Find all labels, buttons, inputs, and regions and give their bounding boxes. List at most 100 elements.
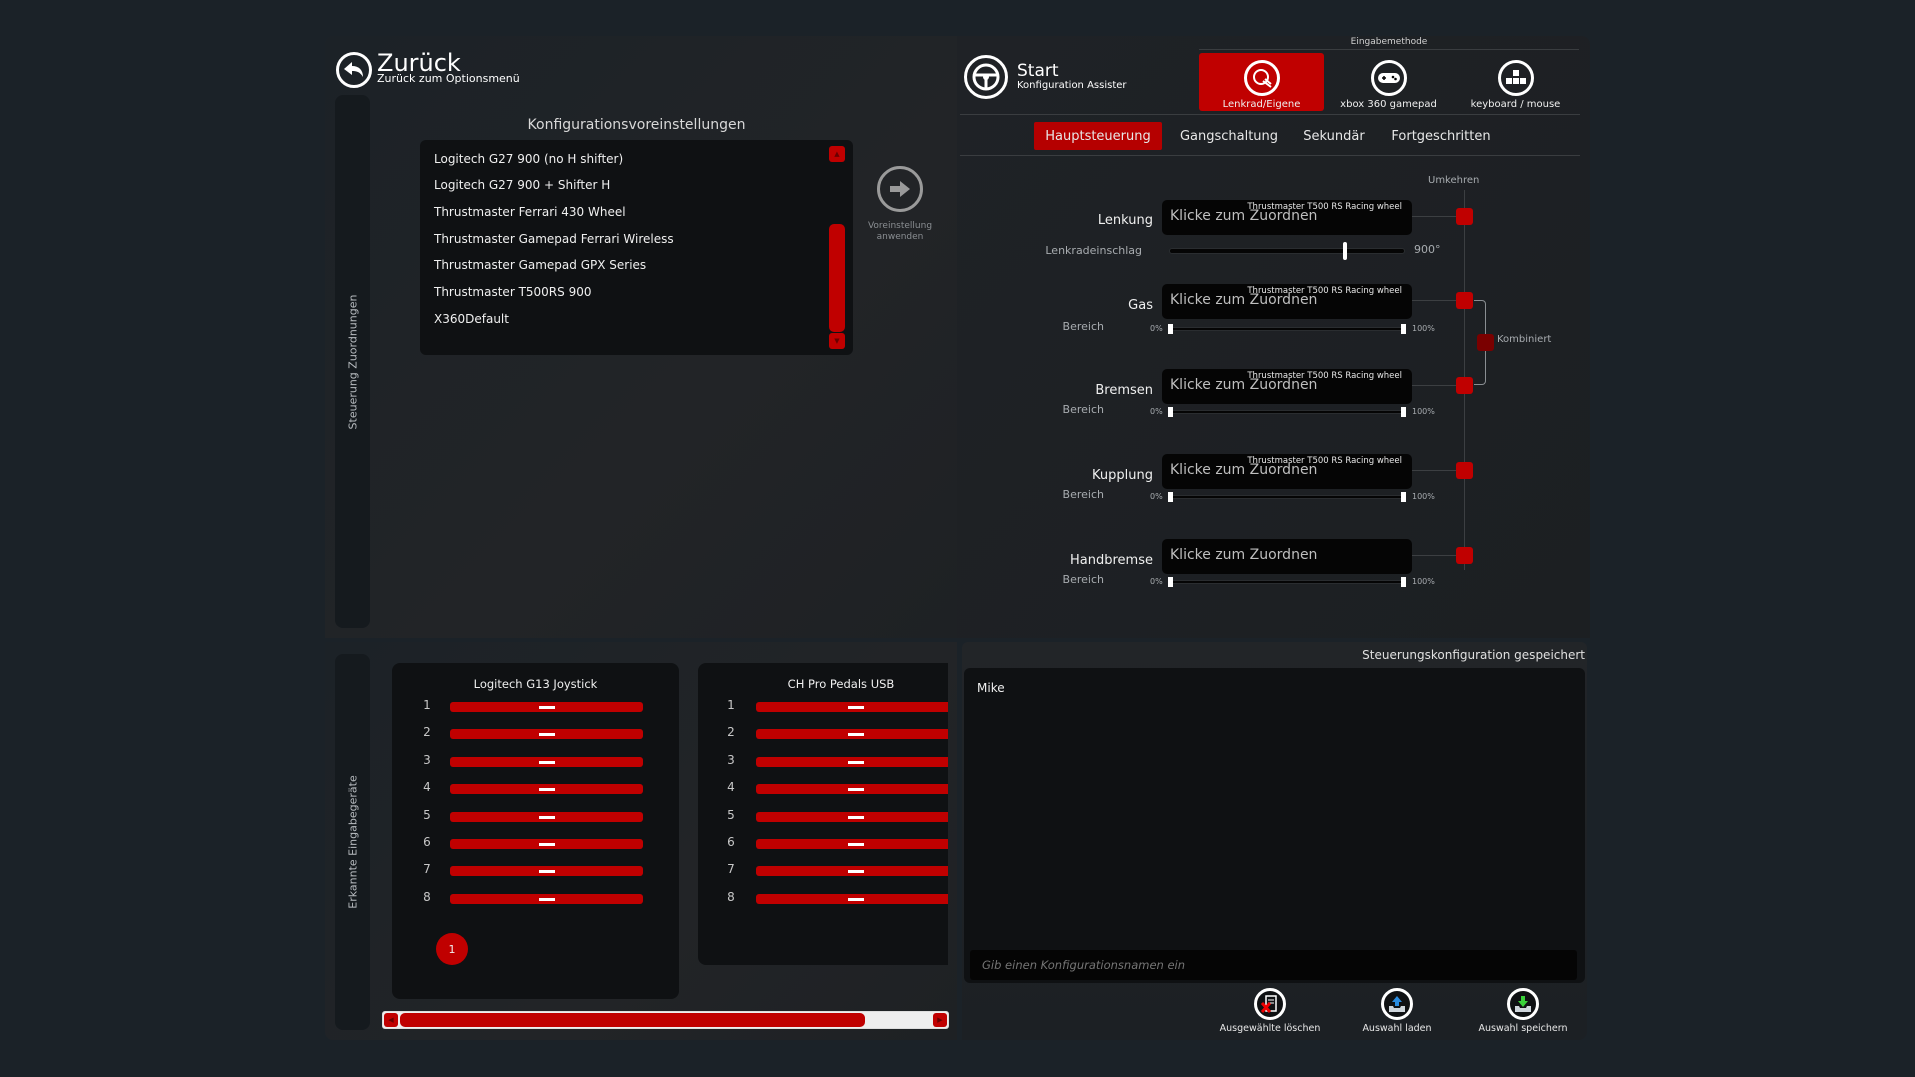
range-slider-handbremse[interactable] (1168, 577, 1406, 587)
apply-preset-label-2: anwenden (876, 232, 924, 242)
mapping-label-gas: Gas (1128, 298, 1153, 313)
preset-item[interactable]: Thrustmaster Ferrari 430 Wheel (434, 205, 626, 219)
axis-number: 7 (727, 862, 735, 877)
range-label-bremsen: Bereich (1062, 403, 1104, 416)
range-max-handbremse: 100% (1412, 577, 1435, 586)
range-slider-gas[interactable] (1168, 324, 1406, 334)
saved-config-item[interactable]: Mike (977, 681, 1005, 695)
axis-number: 6 (727, 835, 735, 849)
tab-gangschaltung[interactable]: Gangschaltung (1172, 122, 1286, 150)
range-min-handle[interactable] (1168, 492, 1173, 502)
preset-list[interactable]: Logitech G27 900 (no H shifter) Logitech… (420, 140, 853, 355)
input-method-wheel[interactable]: Lenkrad/Eigene (1199, 53, 1324, 111)
preset-item[interactable]: Thrustmaster Gamepad Ferrari Wireless (434, 232, 674, 246)
range-max-handle[interactable] (1401, 324, 1406, 334)
start-wizard-button[interactable] (964, 55, 1008, 99)
mapping-box-kupplung[interactable]: Thrustmaster T500 RS Racing wheel Klicke… (1162, 454, 1412, 489)
pressed-button-indicator: 1 (436, 933, 468, 965)
range-min-gas: 0% (1150, 324, 1163, 333)
range-min-handle[interactable] (1168, 577, 1173, 587)
load-selected-button[interactable]: Auswahl laden (1337, 988, 1457, 1034)
axis-bar (756, 866, 948, 877)
devices-hscroll-thumb[interactable] (400, 1013, 865, 1027)
save-selected-label: Auswahl speichern (1478, 1023, 1568, 1034)
range-slider-kupplung[interactable] (1168, 492, 1406, 502)
mapping-label-bremsen: Bremsen (1095, 383, 1153, 398)
range-min-handle[interactable] (1168, 407, 1173, 417)
scroll-down-button[interactable]: ▼ (829, 333, 845, 349)
axis-row: 3 (392, 752, 679, 768)
input-method-keyboard-label: keyboard / mouse (1470, 99, 1561, 110)
preset-item[interactable]: X360Default (434, 312, 509, 326)
axis-position-mark (538, 843, 555, 846)
input-method-gamepad[interactable]: xbox 360 gamepad (1326, 53, 1451, 111)
invert-toggle-bremsen[interactable] (1456, 377, 1473, 394)
axis-row: 4 (392, 780, 679, 795)
devices-hscroll[interactable]: ◀ ▶ (382, 1011, 949, 1029)
invert-toggle-kupplung[interactable] (1456, 462, 1473, 479)
axis-bar (450, 756, 643, 767)
device-name: CH Pro Pedals USB (787, 677, 895, 691)
chevron-up-icon: ▲ (834, 150, 840, 158)
delete-selected-button[interactable]: Ausgewählte löschen (1210, 988, 1330, 1034)
range-max-kupplung: 100% (1412, 492, 1435, 501)
mapping-box-handbremse[interactable]: Klicke zum Zuordnen (1162, 539, 1412, 574)
load-selected-label: Auswahl laden (1362, 1023, 1432, 1034)
apply-preset-label-1: Voreinstellung (867, 221, 933, 231)
mapping-label-kupplung: Kupplung (1092, 468, 1153, 483)
invert-toggle-handbremse[interactable] (1456, 547, 1473, 564)
range-max-handle[interactable] (1401, 577, 1406, 587)
preset-item[interactable]: Logitech G27 900 + Shifter H (434, 178, 610, 192)
invert-header: Umkehren (1428, 175, 1480, 186)
axis-row: 5 (392, 808, 679, 823)
range-max-handle[interactable] (1401, 407, 1406, 417)
invert-toggle-gas[interactable] (1456, 292, 1473, 309)
axis-number: 3 (423, 752, 431, 767)
axis-bar (756, 784, 948, 795)
saved-configs-list[interactable]: Mike (964, 668, 1585, 983)
range-max-gas: 100% (1412, 324, 1435, 333)
mapping-value: Klicke zum Zuordnen (1170, 547, 1318, 563)
axis-position-mark (538, 706, 555, 709)
preset-scroll-thumb[interactable] (829, 224, 845, 332)
range-slider-bremsen[interactable] (1168, 407, 1406, 417)
combined-toggle[interactable] (1477, 334, 1494, 351)
steering-lock-handle[interactable] (1343, 242, 1347, 260)
device-card-g13: Logitech G13 Joystick 1 2 3 4 5 6 7 8 1 (392, 663, 679, 999)
mapping-box-lenkung[interactable]: Thrustmaster T500 RS Racing wheel Klicke… (1162, 200, 1412, 235)
mapping-value: Klicke zum Zuordnen (1170, 208, 1318, 224)
axis-number: 8 (423, 889, 431, 904)
scroll-up-button[interactable]: ▲ (829, 146, 845, 162)
combined-label: Kombiniert (1497, 334, 1552, 345)
scroll-left-button[interactable]: ◀ (384, 1013, 398, 1027)
axis-bar (756, 702, 948, 712)
mapping-box-gas[interactable]: Thrustmaster T500 RS Racing wheel Klicke… (1162, 284, 1412, 319)
side-rail-devices: Erkannte Eingabegeräte (335, 654, 370, 1030)
save-selected-button[interactable]: Auswahl speichern (1463, 988, 1583, 1034)
mapping-box-bremsen[interactable]: Thrustmaster T500 RS Racing wheel Klicke… (1162, 369, 1412, 404)
chevron-left-icon: ◀ (388, 1016, 394, 1024)
range-label-handbremse: Bereich (1062, 573, 1104, 586)
start-title[interactable]: Start (1017, 61, 1059, 81)
preset-item[interactable]: Thrustmaster Gamepad GPX Series (434, 258, 646, 272)
axis-row: 6 (392, 835, 679, 850)
preset-item[interactable]: Logitech G27 900 (no H shifter) (434, 152, 623, 166)
tab-fortgeschritten[interactable]: Fortgeschritten (1385, 122, 1497, 150)
range-min-handle[interactable] (1168, 324, 1173, 334)
input-method-keyboard[interactable]: keyboard / mouse (1453, 53, 1578, 111)
keyboard-icon (1497, 60, 1534, 96)
preset-item[interactable]: Thrustmaster T500RS 900 (434, 285, 591, 299)
apply-preset-button[interactable]: Voreinstellung anwenden (862, 166, 938, 246)
steering-lock-slider[interactable] (1169, 242, 1405, 260)
config-name-input[interactable] (970, 950, 1577, 980)
range-max-handle[interactable] (1401, 492, 1406, 502)
axis-bar (450, 784, 643, 795)
axis-row: 8 (698, 890, 948, 905)
scroll-right-button[interactable]: ▶ (933, 1013, 947, 1027)
back-button[interactable] (336, 52, 372, 88)
steering-lock-value: 900° (1414, 243, 1441, 256)
invert-toggle-lenkung[interactable] (1456, 208, 1473, 225)
tab-sekundaer[interactable]: Sekundär (1298, 122, 1370, 150)
side-rail-devices-label: Erkannte Eingabegeräte (346, 775, 359, 909)
tab-hauptsteuerung[interactable]: Hauptsteuerung (1034, 122, 1162, 150)
